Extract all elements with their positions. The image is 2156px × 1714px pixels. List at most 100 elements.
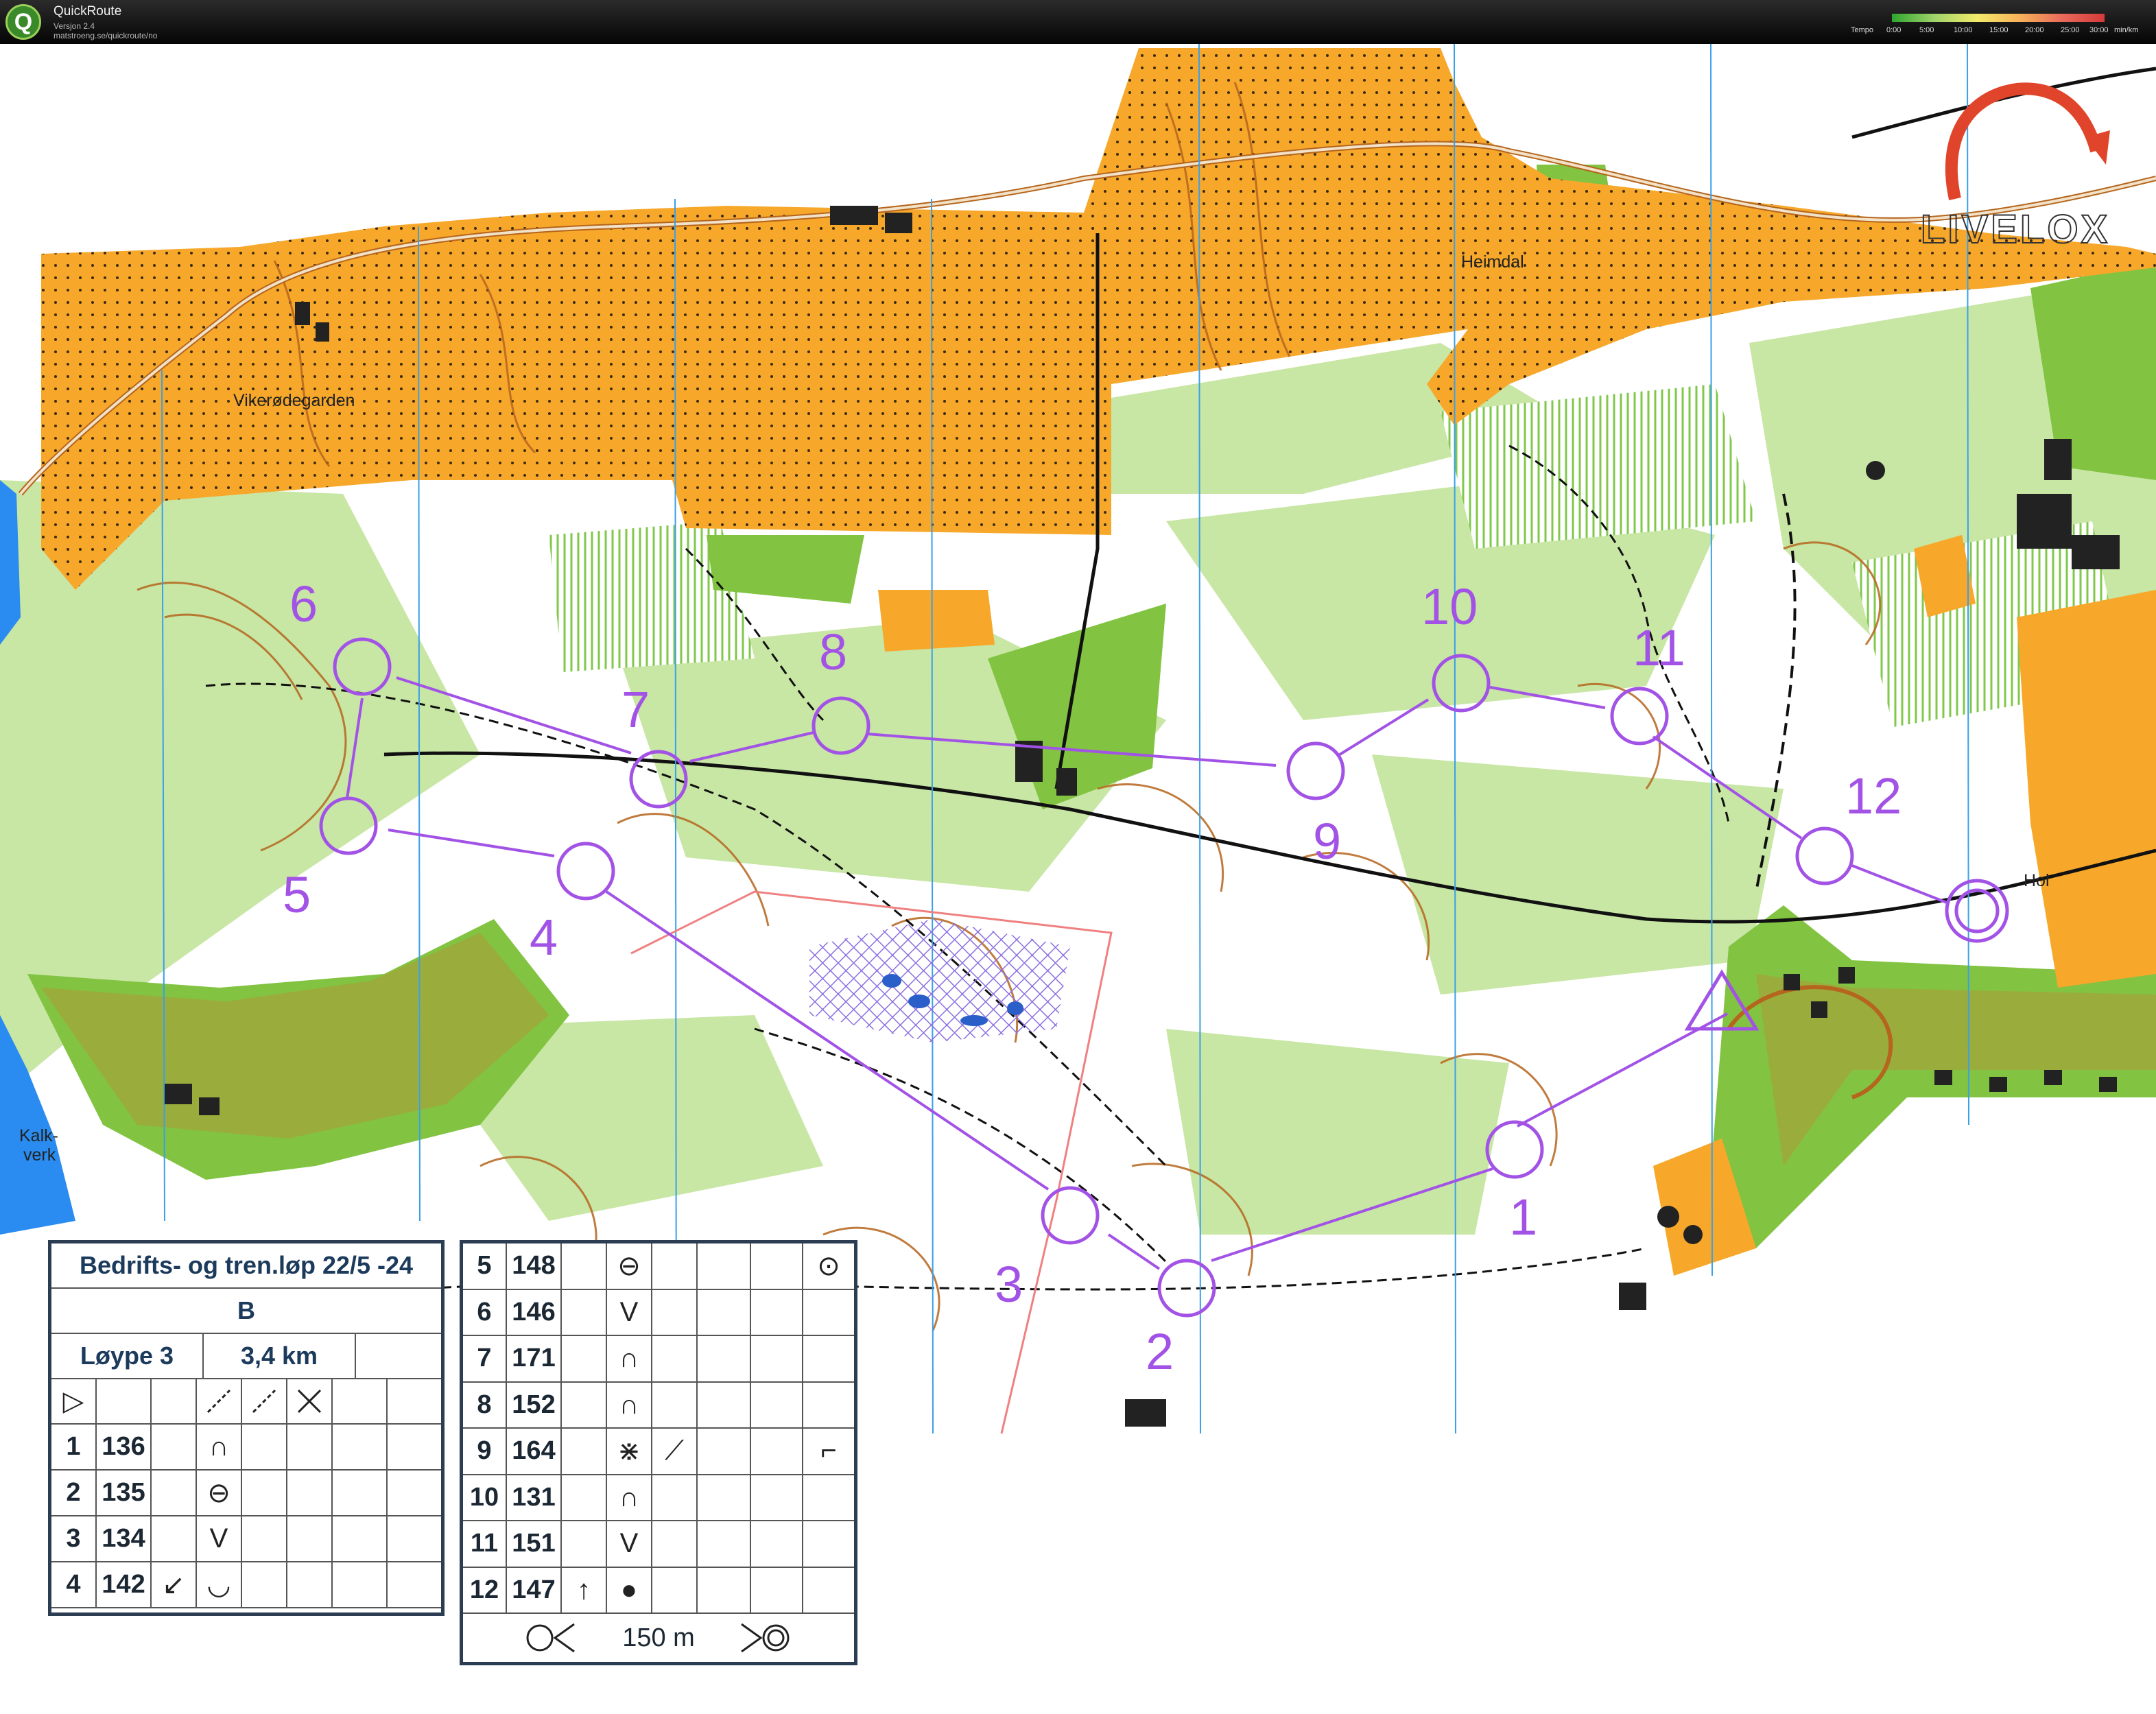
empty-cell [152, 1379, 197, 1425]
control-2-num-cell: 2 [51, 1471, 97, 1516]
control-3-feature-cell: V [197, 1516, 242, 1562]
control-5-num-cell: 5 [463, 1243, 507, 1290]
control-3-code-cell: 134 [97, 1516, 152, 1562]
control-10-feature-cell: ∩ [607, 1475, 652, 1521]
control-2-feature-cell: ⊖ [197, 1471, 242, 1516]
control-7-dims-cell [698, 1336, 751, 1383]
control-4-which-cell: ↙ [152, 1562, 197, 1608]
finish-funnel-start-icon [526, 1623, 576, 1653]
control-2-code-cell: 135 [97, 1471, 152, 1516]
control-3-dims-cell [287, 1516, 333, 1562]
empty-cell [333, 1379, 388, 1425]
control-11-feature-cell: V [607, 1521, 652, 1568]
tempo-legend: Tempo 0:00 5:00 10:00 15:00 20:00 25:00 … [1845, 10, 2147, 37]
control-5-feature-cell: ⊖ [607, 1243, 652, 1290]
control-5-code-cell: 148 [507, 1243, 562, 1290]
control-6-dims-cell [698, 1289, 751, 1336]
control-6-combo-cell [751, 1289, 803, 1336]
tempo-tick: 10:00 [1954, 26, 1973, 34]
app-url[interactable]: matstroeng.se/quickroute/no [54, 31, 157, 40]
control-4-location-cell [388, 1562, 441, 1608]
place-name-viker: Viker [831, 206, 870, 225]
place-name-vikerodegarden: Vikerødegarden [233, 391, 355, 410]
control-10-appearance-cell [652, 1475, 698, 1521]
control-12-location-cell [803, 1568, 854, 1614]
finish-distance: 150 m [622, 1623, 695, 1652]
control-11-location-cell [803, 1521, 854, 1568]
control-1-which-cell [152, 1425, 197, 1471]
control-number-label: 1 [1509, 1189, 1537, 1246]
control-1-dims-cell [287, 1425, 333, 1471]
crossing-icon [287, 1379, 333, 1425]
control-6-feature-cell: V [607, 1289, 652, 1336]
control-7-location-cell [803, 1336, 854, 1383]
control-9-code-cell: 164 [507, 1429, 562, 1475]
boulder-icon [1657, 1206, 1679, 1228]
control-4-code-cell: 142 [97, 1562, 152, 1608]
event-title: Bedrifts- og tren.løp 22/5 -24 [51, 1243, 441, 1289]
control-1-combo-cell [333, 1425, 388, 1471]
control-4-dims-cell [287, 1562, 333, 1608]
control-12-num-cell: 12 [463, 1567, 507, 1614]
tempo-tick: 20:00 [2025, 26, 2044, 34]
control-number-label: 3 [995, 1256, 1023, 1313]
control-12-which-cell: ↑ [562, 1567, 607, 1614]
control-4-appearance-cell [242, 1562, 287, 1608]
tempo-tick: 15:00 [1989, 26, 2009, 34]
control-2-combo-cell [333, 1471, 388, 1516]
control-12-feature-cell: ● [607, 1567, 652, 1614]
app-version: Versjon 2.4 [54, 21, 95, 31]
control-5-dims-cell [698, 1243, 751, 1290]
control-7-feature-cell: ∩ [607, 1336, 652, 1383]
tempo-legend-label: Tempo [1851, 26, 1874, 34]
control-10-combo-cell [751, 1475, 803, 1521]
control-1-location-cell [388, 1425, 441, 1471]
control-11-combo-cell [751, 1521, 803, 1568]
control-number-label: 7 [621, 681, 650, 738]
course-length: 3,4 km [204, 1334, 356, 1379]
control-number-label: 2 [1146, 1323, 1174, 1380]
control-7-num-cell: 7 [463, 1336, 507, 1383]
control-12-code-cell: 147 [507, 1567, 562, 1614]
place-name-kalkverk: verk [23, 1145, 56, 1165]
course-name: Løype 3 [51, 1334, 204, 1379]
control-6-num-cell: 6 [463, 1289, 507, 1336]
tempo-tick: 30:00 [2089, 26, 2109, 34]
control-7-appearance-cell [652, 1336, 698, 1383]
control-10-num-cell: 10 [463, 1475, 507, 1521]
control-8-appearance-cell [652, 1382, 698, 1429]
control-8-which-cell [562, 1382, 607, 1429]
control-6-which-cell [562, 1289, 607, 1336]
control-7-combo-cell [751, 1336, 803, 1383]
control-number-label: 10 [1421, 578, 1478, 635]
control-10-which-cell [562, 1475, 607, 1521]
control-3-which-cell [152, 1516, 197, 1562]
control-8-code-cell: 152 [507, 1382, 562, 1429]
control-11-num-cell: 11 [463, 1521, 507, 1568]
control-2-dims-cell [287, 1471, 333, 1516]
control-1-appearance-cell [242, 1425, 287, 1471]
control-8-dims-cell [698, 1382, 751, 1429]
quickroute-logo-icon: Q [5, 4, 41, 40]
category: B [51, 1289, 441, 1334]
control-3-location-cell [388, 1516, 441, 1562]
app-title: QuickRoute [54, 4, 122, 19]
control-number-label: 8 [819, 623, 847, 680]
empty-cell [356, 1334, 441, 1379]
control-2-which-cell [152, 1471, 197, 1516]
control-9-which-cell [562, 1429, 607, 1475]
control-8-num-cell: 8 [463, 1382, 507, 1429]
control-11-dims-cell [698, 1521, 751, 1568]
app-titlebar: Q QuickRoute Versjon 2.4 matstroeng.se/q… [0, 0, 2156, 44]
finish-funnel-end-icon [740, 1623, 790, 1653]
place-name-hol: Hol [2024, 871, 2050, 890]
control-1-code-cell: 136 [97, 1425, 152, 1471]
tempo-color-scale [1892, 14, 2105, 22]
start-symbol-icon: ▷ [51, 1379, 97, 1425]
control-2-appearance-cell [242, 1471, 287, 1516]
control-number-label: 6 [289, 575, 318, 632]
control-5-location-cell: ⊙ [803, 1243, 854, 1290]
tempo-unit: min/km [2114, 26, 2139, 34]
control-11-appearance-cell [652, 1521, 698, 1568]
control-1-feature-cell: ∩ [197, 1425, 242, 1471]
